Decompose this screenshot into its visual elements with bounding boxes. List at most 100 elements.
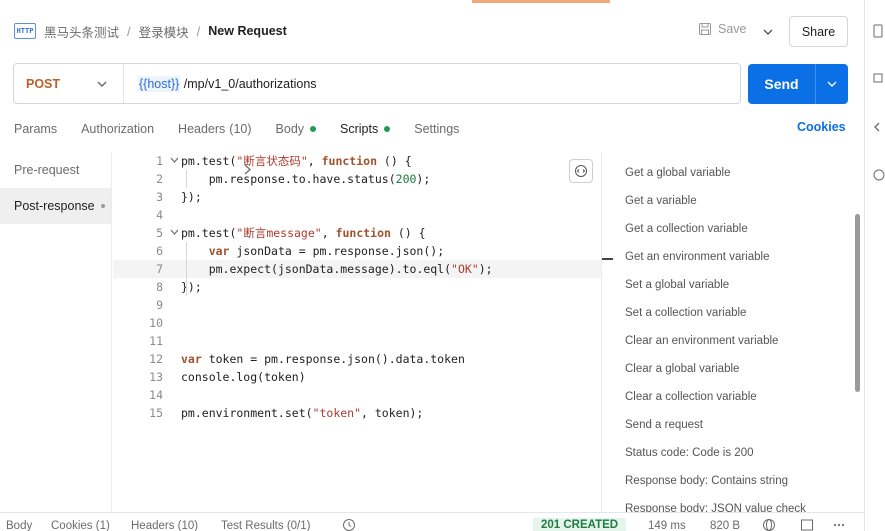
code-line[interactable]: 11: [113, 332, 601, 350]
code-line[interactable]: 10: [113, 314, 601, 332]
snippet-item[interactable]: Get a collection variable: [625, 215, 748, 243]
fold-chevron-icon[interactable]: [167, 228, 181, 238]
tab-label: Scripts: [340, 122, 379, 136]
status-badge[interactable]: 201 CREATED: [533, 518, 627, 531]
history-icon[interactable]: [342, 518, 356, 531]
tab-authorization[interactable]: Authorization: [81, 118, 154, 140]
response-tab-cookies[interactable]: Cookies (1): [51, 520, 110, 531]
cookies-link[interactable]: Cookies: [797, 120, 846, 134]
code-text: });: [181, 190, 202, 204]
request-tabs: Params Authorization Headers (10) Body Script…: [14, 118, 459, 140]
snippets-toggle-button[interactable]: [569, 159, 593, 183]
tab-status-dot: [310, 126, 317, 132]
http-icon: HTTP: [14, 23, 36, 39]
line-number: 15: [149, 406, 163, 420]
tab-label: Body: [275, 122, 305, 136]
line-number: 14: [149, 388, 163, 402]
code-line[interactable]: 3});: [113, 188, 601, 206]
tab-count: (10): [229, 122, 252, 136]
breadcrumb-collection[interactable]: 黑马头条测试: [44, 22, 119, 41]
snippet-item[interactable]: Get an environment variable: [625, 243, 769, 271]
response-tab-test-results[interactable]: Test Results (0/1): [221, 520, 310, 531]
fold-chevron-icon[interactable]: [167, 156, 181, 166]
code-line[interactable]: 13 console.log(token): [113, 368, 601, 386]
line-number: 4: [156, 208, 163, 222]
comments-icon[interactable]: [873, 72, 885, 86]
breadcrumb-folder[interactable]: 登录模块: [139, 22, 189, 41]
nav-post-response[interactable]: Post-response: [0, 188, 111, 224]
tab-params[interactable]: Params: [14, 118, 57, 140]
code-line[interactable]: 15 pm.environment.set("token", token);: [113, 404, 601, 422]
url-variable[interactable]: {{host}}: [138, 75, 181, 92]
documentation-icon[interactable]: [873, 24, 885, 38]
snippet-item[interactable]: Get a global variable: [625, 159, 730, 187]
snippet-item[interactable]: Response body: Contains string: [625, 467, 788, 495]
snippet-item[interactable]: Status code: Code is 200: [625, 439, 754, 467]
chevron-right-icon[interactable]: [244, 164, 251, 178]
method-select[interactable]: POST: [14, 64, 124, 103]
snippet-item[interactable]: Clear a global variable: [625, 355, 739, 383]
code-icon[interactable]: [873, 120, 885, 134]
code-line[interactable]: 5 pm.test("断言message", function () {: [113, 224, 601, 242]
code-line[interactable]: 1 pm.test("断言状态码", function () {: [113, 152, 601, 170]
line-number: 11: [149, 334, 163, 348]
snippet-item[interactable]: Set a global variable: [625, 271, 729, 299]
tab-label: Authorization: [81, 122, 155, 136]
url-path: /mp/v1_0/authorizations: [180, 76, 317, 91]
snippet-item[interactable]: Get a variable: [625, 187, 697, 215]
save-response-icon[interactable]: [800, 518, 814, 531]
snippet-icon: [575, 165, 587, 177]
code-text: pm.response.to.have.status(200);: [181, 172, 431, 186]
line-number: 13: [149, 370, 163, 384]
response-time[interactable]: 149 ms: [648, 520, 686, 531]
code-editor[interactable]: 1 pm.test("断言状态码", function () { 2 pm.resp…: [113, 152, 601, 512]
tab-scripts[interactable]: Scripts: [340, 118, 391, 140]
chevron-down-icon: [763, 29, 773, 35]
code-line[interactable]: 12 var token = pm.response.json().data.to…: [113, 350, 601, 368]
code-text: var jsonData = pm.response.json();: [208, 244, 445, 258]
save-button[interactable]: Save: [698, 22, 747, 36]
snippets-scrollbar[interactable]: [855, 214, 860, 392]
send-button[interactable]: Send: [748, 64, 816, 104]
save-icon: [699, 23, 711, 35]
tab-body[interactable]: Body: [276, 118, 317, 140]
code-line[interactable]: 14: [113, 386, 601, 404]
nav-label: Pre-request: [14, 163, 80, 177]
tab-settings[interactable]: Settings: [414, 118, 459, 140]
more-options-icon[interactable]: [832, 518, 846, 531]
snippet-item[interactable]: Response body: JSON value check: [625, 495, 806, 512]
request-title[interactable]: New Request: [208, 24, 287, 38]
nav-label: Post-response: [14, 199, 95, 213]
tab-label: Headers: [178, 122, 226, 136]
request-url-bar: POST {{host}} /mp/v1_0/authorizations: [13, 63, 741, 104]
line-number: 2: [156, 172, 163, 186]
code-text: var token = pm.response.json().data.toke…: [181, 352, 465, 366]
url-input[interactable]: {{host}} /mp/v1_0/authorizations: [124, 75, 317, 92]
code-text: pm.test("断言message", function () {: [181, 226, 426, 240]
response-tab-headers[interactable]: Headers (10): [131, 520, 198, 531]
info-icon[interactable]: [873, 168, 885, 182]
response-size[interactable]: 820 B: [710, 520, 740, 531]
share-button[interactable]: Share: [789, 16, 848, 47]
snippet-item[interactable]: Set a collection variable: [625, 299, 746, 327]
response-tab-body[interactable]: Body: [6, 520, 32, 531]
send-button-group: Send: [748, 64, 848, 104]
snippet-item[interactable]: Send a request: [625, 411, 703, 439]
code-text: });: [181, 280, 202, 294]
code-line[interactable]: 9: [113, 296, 601, 314]
indent-guide: [186, 242, 187, 296]
line-number: 8: [156, 280, 163, 294]
line-number: 1: [156, 154, 163, 168]
globe-icon[interactable]: [762, 518, 776, 531]
save-dropdown-button[interactable]: [758, 22, 778, 42]
line-number: 3: [156, 190, 163, 204]
tab-headers[interactable]: Headers (10): [178, 118, 251, 140]
code-text: console.log(token): [181, 370, 306, 384]
snippet-item[interactable]: Clear a collection variable: [625, 383, 757, 411]
send-dropdown-button[interactable]: [816, 64, 848, 104]
tab-status-dot: [384, 126, 391, 132]
line-number: 5: [156, 226, 163, 240]
snippet-item[interactable]: Clear an environment variable: [625, 327, 778, 355]
nav-pre-request[interactable]: Pre-request: [0, 152, 111, 188]
code-line[interactable]: 4: [113, 206, 601, 224]
